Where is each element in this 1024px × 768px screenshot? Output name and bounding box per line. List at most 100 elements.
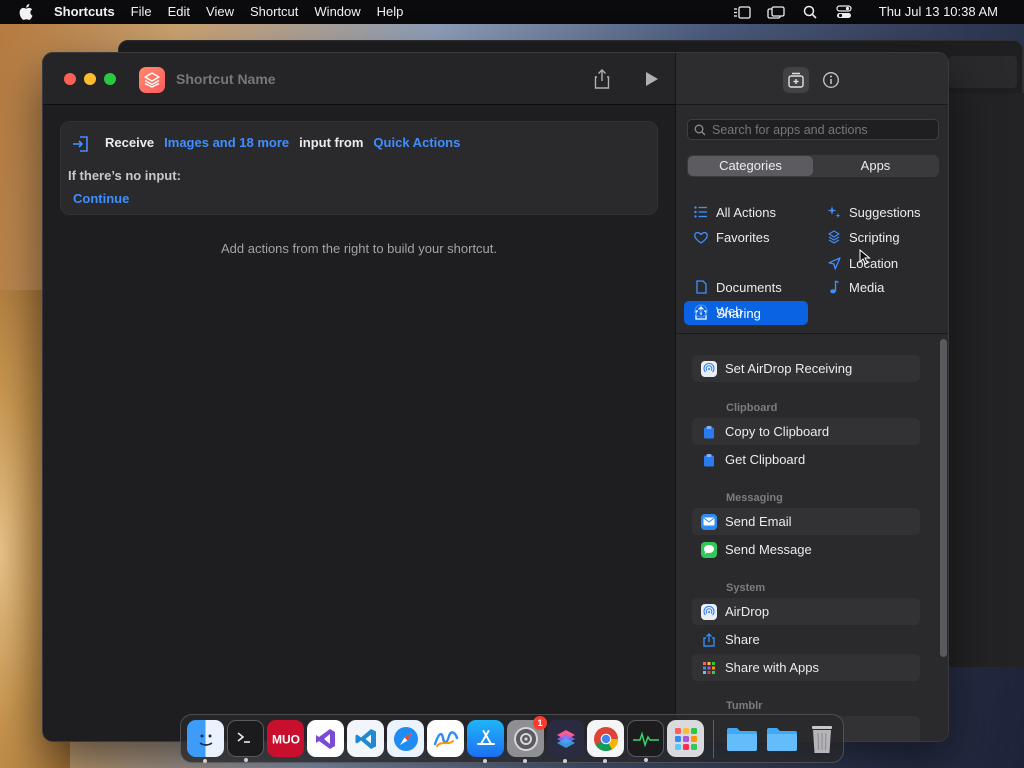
action-library-icon[interactable]: [783, 67, 809, 93]
action-label: Copy to Clipboard: [725, 424, 830, 439]
search-icon: [694, 124, 706, 135]
dock-system-settings-icon[interactable]: 1: [507, 716, 547, 763]
dock-muo-icon[interactable]: MUO: [267, 720, 304, 757]
category-label: Media: [849, 279, 885, 295]
category-media[interactable]: Media: [817, 275, 942, 299]
spotlight-search-icon[interactable]: [801, 5, 819, 19]
receive-input-icon: [71, 134, 91, 154]
action-label: Set AirDrop Receiving: [725, 361, 853, 376]
action-share[interactable]: Share: [692, 626, 920, 653]
category-all-actions[interactable]: All Actions: [684, 200, 808, 224]
title-bar: Shortcut Name: [43, 53, 675, 105]
screen-mirroring-icon[interactable]: [767, 5, 785, 19]
category-label: All Actions: [716, 204, 776, 220]
menu-file[interactable]: File: [123, 0, 160, 24]
dock-separator: [713, 719, 714, 758]
scripting-icon: [827, 230, 841, 244]
control-center-icon[interactable]: [835, 5, 853, 19]
category-location[interactable]: Location: [817, 251, 942, 275]
section-header-messaging: Messaging: [726, 492, 783, 504]
dock-safari-icon[interactable]: [387, 720, 424, 757]
category-web[interactable]: Web: [684, 299, 808, 323]
mail-icon: [701, 513, 717, 530]
mouse-pointer-icon: [859, 249, 871, 265]
menu-help[interactable]: Help: [369, 0, 412, 24]
segment-apps[interactable]: Apps: [813, 156, 938, 176]
app-grid-icon: [701, 660, 717, 676]
minimize-button[interactable]: [84, 73, 96, 85]
search-input[interactable]: [712, 122, 932, 137]
category-favorites[interactable]: Favorites: [684, 225, 808, 249]
dock-trash-icon[interactable]: [803, 720, 840, 757]
action-library-panel: Categories Apps All Actions Favorites Sh…: [675, 53, 948, 741]
shortcut-icon[interactable]: [139, 67, 165, 93]
zoom-button[interactable]: [104, 73, 116, 85]
action-copy-to-clipboard[interactable]: Copy to Clipboard: [692, 418, 920, 445]
dock-folder-icon-2[interactable]: [763, 720, 800, 757]
menu-app-name[interactable]: Shortcuts: [44, 0, 123, 24]
dock-vscode-icon[interactable]: [347, 720, 384, 757]
dock-app-store-icon[interactable]: [467, 720, 504, 763]
menu-view[interactable]: View: [198, 0, 242, 24]
dock-finder-icon[interactable]: [187, 720, 224, 763]
input-source-token[interactable]: Quick Actions: [373, 135, 460, 150]
dock-chrome-icon[interactable]: [587, 720, 624, 763]
dock-terminal-icon[interactable]: [227, 720, 264, 762]
menubar-clock[interactable]: Thu Jul 13 10:38 AM: [871, 0, 1006, 24]
category-label: Favorites: [716, 229, 770, 245]
menu-bar: Shortcuts File Edit View Shortcut Window…: [0, 0, 1024, 24]
shortcut-name-field[interactable]: Shortcut Name: [176, 71, 276, 87]
action-get-clipboard[interactable]: Get Clipboard: [692, 446, 920, 473]
category-documents[interactable]: Documents: [684, 275, 808, 299]
music-note-icon: [827, 280, 841, 294]
action-label: Get Clipboard: [725, 452, 806, 467]
dock-shortcuts-icon[interactable]: [547, 720, 584, 763]
input-from-label: input from: [299, 135, 364, 150]
info-icon[interactable]: [818, 67, 844, 93]
section-header-tumblr: Tumblr: [726, 700, 763, 712]
dock-folder-icon[interactable]: [723, 720, 760, 757]
category-label: Web: [716, 303, 743, 319]
no-input-action-token[interactable]: Continue: [73, 191, 129, 206]
menu-shortcut[interactable]: Shortcut: [242, 0, 306, 24]
action-send-message[interactable]: Send Message: [692, 536, 920, 563]
messages-icon: [701, 541, 717, 558]
segment-categories[interactable]: Categories: [688, 156, 813, 176]
airdrop-icon: [701, 360, 717, 377]
empty-editor-hint: Add actions from the right to build your…: [220, 241, 498, 256]
category-label: Scripting: [849, 229, 900, 245]
dock-freeform-icon[interactable]: [427, 720, 464, 757]
dock-activity-monitor-icon[interactable]: [627, 720, 664, 762]
action-share-with-apps[interactable]: Share with Apps: [692, 654, 920, 681]
input-types-token[interactable]: Images and 18 more: [164, 135, 289, 150]
share-button[interactable]: [590, 67, 614, 91]
category-suggestions[interactable]: Suggestions: [817, 200, 942, 224]
dock: MUO 1: [180, 714, 844, 763]
search-field[interactable]: [687, 119, 939, 140]
receive-input-card: Receive Images and 18 more input from Qu…: [60, 121, 658, 215]
run-button[interactable]: [640, 67, 664, 91]
action-airdrop[interactable]: AirDrop: [692, 598, 920, 625]
stage-manager-icon[interactable]: [733, 5, 751, 19]
action-set-airdrop-receiving[interactable]: Set AirDrop Receiving: [692, 355, 920, 382]
document-icon: [694, 280, 708, 294]
menu-window[interactable]: Window: [306, 0, 368, 24]
action-label: AirDrop: [725, 604, 770, 619]
close-button[interactable]: [64, 73, 76, 85]
dock-visual-studio-icon[interactable]: [307, 720, 344, 757]
menu-edit[interactable]: Edit: [160, 0, 198, 24]
action-send-email[interactable]: Send Email: [692, 508, 920, 535]
sparkles-icon: [827, 205, 841, 219]
section-header-system: System: [726, 582, 766, 594]
editor-pane: Shortcut Name Receive Images and 18 more…: [43, 53, 675, 741]
category-scripting[interactable]: Scripting: [817, 225, 942, 249]
shortcut-editor-window: Shortcut Name Receive Images and 18 more…: [42, 52, 949, 742]
category-label: Suggestions: [849, 204, 921, 220]
running-indicator: [203, 759, 207, 763]
apple-menu-icon[interactable]: [18, 4, 34, 20]
running-indicator: [644, 758, 648, 762]
dock-launchpad-icon[interactable]: [667, 720, 704, 757]
no-input-label: If there’s no input:: [68, 168, 181, 183]
action-list-scrollbar[interactable]: [940, 339, 947, 657]
location-arrow-icon: [827, 256, 841, 270]
